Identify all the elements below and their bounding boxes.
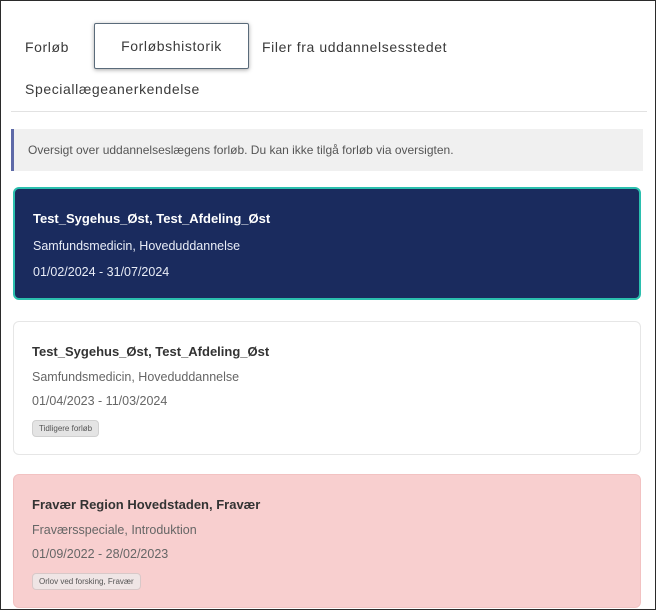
tab-forloebshistorik[interactable]: Forløbshistorik [94,23,249,69]
course-card-previous[interactable]: Test_Sygehus_Øst, Test_Afdeling_Øst Samf… [13,321,641,455]
status-badge: Orlov ved forsking, Fravær [32,573,141,590]
course-card-current[interactable]: Test_Sygehus_Øst, Test_Afdeling_Øst Samf… [13,187,641,300]
course-specialty: Samfundsmedicin, Hoveduddannelse [33,239,241,253]
tab-forloeb[interactable]: Forløb [25,37,69,57]
course-specialty: Fraværsspeciale, Introduktion [32,523,197,537]
tab-bar: Forløb Forløbshistorik Filer fra uddanne… [11,21,647,112]
course-specialty: Samfundsmedicin, Hoveduddannelse [32,370,240,384]
history-panel: Forløb Forløbshistorik Filer fra uddanne… [0,0,656,610]
status-badge: Tidligere forløb [32,420,100,437]
course-period: 01/09/2022 - 28/02/2023 [32,547,169,561]
tab-filer-fra-uddannelsesstedet[interactable]: Filer fra uddannelsesstedet [262,37,447,57]
course-period: 01/04/2023 - 11/03/2024 [32,394,168,408]
course-title: Test_Sygehus_Øst, Test_Afdeling_Øst [33,211,271,226]
info-banner: Oversigt over uddannelseslægens forløb. … [11,129,643,171]
info-text: Oversigt over uddannelseslægens forløb. … [28,143,454,157]
course-title: Fravær Region Hovedstaden, Fravær [32,497,261,512]
tab-speciallaegeanerkendelse[interactable]: Speciallægeanerkendelse [25,79,200,99]
course-card-absence[interactable]: Fravær Region Hovedstaden, Fravær Fravær… [13,474,641,608]
course-title: Test_Sygehus_Øst, Test_Afdeling_Øst [32,344,270,359]
course-period: 01/02/2024 - 31/07/2024 [33,265,170,279]
